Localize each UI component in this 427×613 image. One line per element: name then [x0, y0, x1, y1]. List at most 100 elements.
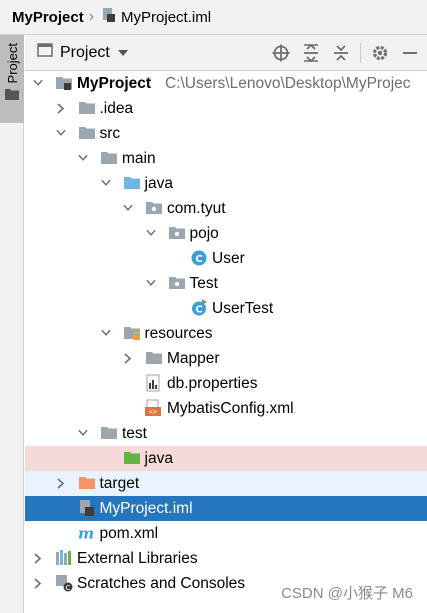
tree-node-java[interactable]: java	[25, 446, 427, 471]
chevron-down-icon[interactable]	[100, 328, 111, 338]
tree-node-myproject[interactable]: MyProject C:\Users\Lenovo\Desktop\MyProje…	[25, 71, 427, 96]
svg-text:C: C	[66, 584, 71, 592]
tree-node-main[interactable]: main	[25, 146, 427, 171]
properties-file-icon	[145, 374, 163, 392]
collapse-all-icon[interactable]	[328, 40, 354, 66]
runnable-class-icon: C	[190, 299, 208, 317]
source-folder-icon	[123, 174, 141, 192]
breadcrumb-project[interactable]: MyProject	[12, 9, 84, 26]
chevron-right-icon[interactable]	[33, 552, 43, 564]
tree-node-label: java	[144, 449, 173, 467]
scratches-icon: C	[55, 574, 73, 592]
project-tool-window-header: Project	[25, 35, 427, 71]
module-folder-icon	[55, 74, 73, 92]
breadcrumb-file[interactable]: MyProject.iml	[101, 7, 211, 27]
breadcrumb-file-label: MyProject.iml	[121, 8, 212, 26]
tree-node-label: db.properties	[167, 374, 258, 392]
chevron-down-icon[interactable]	[78, 153, 88, 163]
tree-node-test[interactable]: test	[25, 421, 427, 446]
view-selector-dropdown[interactable]: Project	[37, 42, 128, 63]
chevron-down-icon[interactable]	[55, 128, 66, 138]
tree-node-label: UserTest	[212, 299, 274, 317]
tree-node-myproject-iml[interactable]: MyProject.iml	[25, 496, 427, 521]
chevron-down-icon[interactable]	[123, 203, 133, 213]
tree-node-label: MyProject	[77, 74, 152, 92]
tree-node-pojo[interactable]: pojo	[25, 221, 427, 246]
folder-icon	[78, 99, 96, 117]
folder-icon	[5, 87, 19, 105]
tree-node-label: java	[144, 174, 173, 192]
folder-icon	[100, 424, 118, 442]
tree-node-resources[interactable]: resources	[25, 321, 427, 346]
breadcrumb-separator-icon: ›	[88, 8, 95, 25]
view-selector-label: Project	[60, 43, 110, 61]
tree-node-java[interactable]: java	[25, 171, 427, 196]
tree-node-label: Scratches and Consoles	[77, 574, 246, 592]
svg-text:m: m	[78, 524, 94, 542]
tree-node-label: MybatisConfig.xml	[167, 399, 294, 417]
excluded-folder-icon	[78, 474, 96, 492]
tree-node-label: resources	[144, 324, 213, 342]
tree-node-label: com.tyut	[167, 199, 226, 217]
tree-node-label: External Libraries	[77, 549, 198, 567]
watermark: CSDN @小猴子 M6	[281, 585, 413, 602]
locate-icon[interactable]	[268, 40, 294, 66]
tree-node-label: test	[122, 424, 147, 442]
chevron-down-icon[interactable]	[145, 278, 156, 288]
chevron-down-icon[interactable]	[33, 78, 43, 88]
tree-node-label: pojo	[189, 224, 219, 242]
svg-text:<>: <>	[149, 408, 157, 416]
tree-node-test[interactable]: Test	[25, 271, 427, 296]
class-icon: C	[190, 249, 208, 267]
tree-node-target[interactable]: target	[25, 471, 427, 496]
maven-file-icon: m	[78, 524, 96, 542]
project-view-icon	[37, 42, 53, 63]
tree-node-label: .idea	[99, 99, 134, 117]
tree-node-mybatisconfig-xml[interactable]: <> MybatisConfig.xml	[25, 396, 427, 421]
tree-node-label: main	[122, 149, 156, 167]
chevron-down-icon[interactable]	[145, 228, 156, 238]
tree-node-usertest[interactable]: C UserTest	[25, 296, 427, 321]
tree-node-pom-xml[interactable]: m pom.xml	[25, 521, 427, 546]
project-stripe-label: Project	[4, 43, 20, 84]
tree-node-label: src	[99, 124, 121, 142]
tree-node-external-libraries[interactable]: External Libraries	[25, 546, 427, 571]
tree-node-label: User	[212, 249, 245, 267]
tree-node-db-properties[interactable]: db.properties	[25, 371, 427, 396]
tree-node-mapper[interactable]: Mapper	[25, 346, 427, 371]
test-source-folder-icon	[123, 449, 141, 467]
iml-file-icon	[78, 499, 96, 517]
expand-all-icon[interactable]	[298, 40, 324, 66]
tree-node-com-tyut[interactable]: com.tyut	[25, 196, 427, 221]
chevron-right-icon[interactable]	[33, 577, 43, 589]
tool-window-stripe: Project	[0, 35, 24, 613]
toolbar-separator	[360, 43, 361, 63]
project-stripe-button[interactable]: Project	[0, 35, 24, 123]
minimize-icon[interactable]	[397, 40, 423, 66]
resources-folder-icon	[123, 324, 141, 342]
package-icon	[168, 274, 186, 292]
svg-text:C: C	[195, 254, 202, 265]
chevron-right-icon[interactable]	[56, 102, 66, 114]
tree-node-path: C:\Users\Lenovo\Desktop\MyProjec	[165, 74, 411, 92]
chevron-down-icon	[117, 49, 128, 56]
chevron-right-icon[interactable]	[56, 477, 66, 489]
tree-node-user[interactable]: C User	[25, 246, 427, 271]
chevron-down-icon[interactable]	[78, 428, 88, 438]
xml-file-icon: <>	[145, 399, 163, 417]
tree-node-idea[interactable]: .idea	[25, 96, 427, 121]
chevron-down-icon[interactable]	[100, 178, 111, 188]
folder-icon	[78, 124, 96, 142]
chevron-right-icon[interactable]	[123, 352, 133, 364]
tree-node-src[interactable]: src	[25, 121, 427, 146]
iml-file-icon	[101, 7, 117, 27]
package-icon	[145, 199, 163, 217]
navigation-bar: MyProject › MyProject.iml	[0, 0, 427, 35]
libraries-icon	[55, 549, 73, 567]
folder-icon	[145, 349, 163, 367]
tree-node-label: pom.xml	[99, 524, 159, 542]
package-icon	[168, 224, 186, 242]
svg-text:C: C	[195, 305, 202, 316]
folder-icon	[100, 149, 118, 167]
gear-icon[interactable]	[367, 40, 393, 66]
